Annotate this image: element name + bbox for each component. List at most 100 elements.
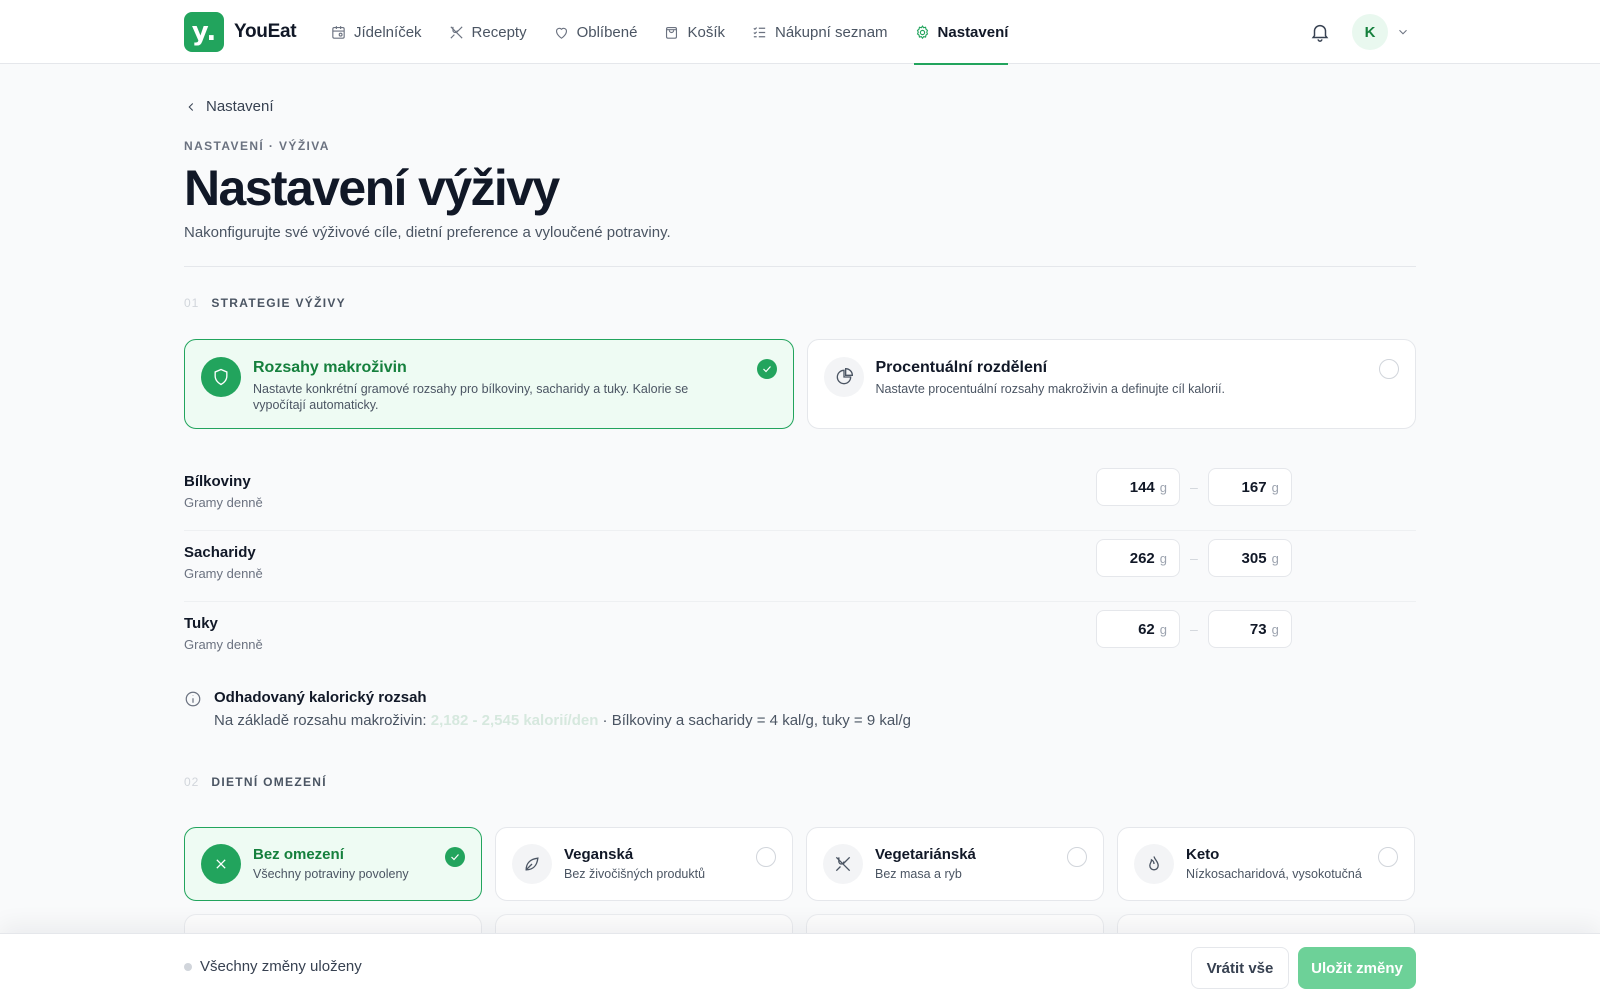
avatar: K xyxy=(1352,14,1388,50)
nav-item-label: Recepty xyxy=(471,23,527,41)
flame-icon xyxy=(1149,856,1159,871)
diet-option-vegetarian[interactable]: Vegetariánská Bez masa a ryb xyxy=(806,827,1104,901)
strategy-option-percentage-split[interactable]: Procentuální rozdělení Nastavte procentu… xyxy=(806,339,1416,429)
option-title: Rozsahy makroživin xyxy=(253,359,407,376)
radio-button[interactable] xyxy=(1378,847,1398,867)
gear-icon xyxy=(916,24,928,39)
reset-all-button[interactable]: Vrátit vše xyxy=(1191,947,1289,989)
option-icon-wrap xyxy=(823,844,863,884)
nav-item-label: Jídelníček xyxy=(354,23,422,41)
strategy-option-macro-ranges[interactable]: Rozsahy makroživin Nastavte konkrétní gr… xyxy=(184,339,794,429)
range-separator: – xyxy=(1190,550,1198,566)
option-description: Bez živočišných produktů xyxy=(564,867,706,881)
pie-chart-icon xyxy=(836,367,853,385)
section-number: 02 xyxy=(184,775,200,789)
section-title: STRATEGIE VÝŽIVY xyxy=(211,296,346,310)
section-header-strategy: 01 STRATEGIE VÝŽIVY xyxy=(184,296,346,310)
info-icon xyxy=(185,691,201,707)
option-description: Bez masa a ryb xyxy=(875,867,962,881)
macro-unit-label: Gramy denně xyxy=(184,495,263,510)
utensils-icon xyxy=(449,25,463,39)
user-menu[interactable]: K xyxy=(1352,14,1410,50)
option-icon-wrap xyxy=(1134,844,1174,884)
nav-item-jidelnicek[interactable]: Jídelníček xyxy=(330,0,422,64)
chevron-down-icon xyxy=(1399,29,1407,35)
x-icon xyxy=(216,859,226,869)
section-header-diet: 02 DIETNÍ OMEZENÍ xyxy=(184,775,327,789)
option-icon-wrap xyxy=(512,844,552,884)
macro-name: Bílkoviny xyxy=(184,473,251,490)
no-meat-icon xyxy=(835,856,851,872)
calorie-range-value: 2,182 - 2,545 kalorií/den xyxy=(430,712,599,729)
youeat-logo: y. xyxy=(184,12,224,52)
macro-range: 262 g – 305 g xyxy=(1096,539,1292,577)
nav-item-nakupni-seznam[interactable]: Nákupní seznam xyxy=(751,0,888,64)
macro-row-carbs: Sacharidy Gramy denně 262 g – 305 g xyxy=(184,531,1416,602)
diet-options: Bez omezení Všechny potraviny povoleny V… xyxy=(184,827,1416,901)
back-link[interactable]: Nastavení xyxy=(184,98,274,115)
checklist-icon xyxy=(753,26,766,37)
selected-check-icon xyxy=(445,847,465,867)
status-dot xyxy=(184,962,192,971)
leaf-icon xyxy=(525,857,539,871)
radio-button[interactable] xyxy=(756,847,776,867)
back-link-label: Nastavení xyxy=(206,98,274,115)
option-title: Keto xyxy=(1186,846,1220,863)
carbs-max-input[interactable]: 305 g xyxy=(1207,539,1292,577)
diet-option-keto[interactable]: Keto Nízkosacharidová, vysokotučná xyxy=(1117,827,1415,901)
section-title: DIETNÍ OMEZENÍ xyxy=(211,775,327,789)
fat-max-input[interactable]: 73 g xyxy=(1207,610,1292,648)
macro-name: Sacharidy xyxy=(184,544,256,561)
radio-button[interactable] xyxy=(1379,359,1399,379)
nav-item-kosik[interactable]: Košík xyxy=(663,0,725,64)
bag-icon xyxy=(666,26,678,39)
option-icon-wrap xyxy=(201,357,241,397)
page-title: Nastavení výživy xyxy=(184,160,560,216)
macro-range: 144 g – 167 g xyxy=(1096,468,1292,506)
macro-unit-label: Gramy denně xyxy=(184,637,263,652)
option-title: Vegetariánská xyxy=(875,846,976,863)
brand[interactable]: y. YouEat xyxy=(184,12,297,52)
option-icon-wrap xyxy=(201,844,241,884)
macro-range: 62 g – 73 g xyxy=(1096,610,1292,648)
heart-icon xyxy=(555,27,567,39)
save-status: Všechny změny uloženy xyxy=(184,958,362,975)
save-changes-button[interactable]: Uložit změny xyxy=(1298,947,1416,989)
save-status-text: Všechny změny uloženy xyxy=(200,958,362,975)
nav-item-oblibene[interactable]: Oblíbené xyxy=(553,0,638,64)
nav-item-label: Oblíbené xyxy=(576,23,638,41)
bell-icon xyxy=(1311,24,1329,42)
fat-min-input[interactable]: 62 g xyxy=(1096,610,1180,648)
macro-ranges: Bílkoviny Gramy denně 144 g – 167 g Sachar… xyxy=(184,460,1416,673)
range-separator: – xyxy=(1190,479,1198,495)
divider xyxy=(184,266,1416,267)
macro-row-protein: Bílkoviny Gramy denně 144 g – 167 g xyxy=(184,460,1416,531)
nav-item-recepty[interactable]: Recepty xyxy=(448,0,527,64)
notifications-button[interactable] xyxy=(1309,21,1331,43)
option-description: Nastavte procentuální rozsahy makroživin… xyxy=(875,382,1225,396)
option-icon-wrap xyxy=(823,357,864,397)
option-title: Bez omezení xyxy=(253,846,344,863)
option-description: Všechny potraviny povoleny xyxy=(253,867,409,881)
diet-option-none[interactable]: Bez omezení Všechny potraviny povoleny xyxy=(184,827,482,901)
nav-item-nastaveni[interactable]: Nastavení xyxy=(913,0,1008,65)
strategy-options: Rozsahy makroživin Nastavte konkrétní gr… xyxy=(184,339,1416,429)
selected-check-icon xyxy=(756,359,777,379)
radio-button[interactable] xyxy=(1067,847,1087,867)
brand-name: YouEat xyxy=(234,21,297,42)
macro-unit-label: Gramy denně xyxy=(184,566,263,581)
calorie-estimate: Odhadovaný kalorický rozsah Na základě r… xyxy=(184,689,911,729)
nav-item-label: Košík xyxy=(687,23,725,41)
chevron-left-icon xyxy=(188,102,194,111)
option-title: Procentuální rozdělení xyxy=(875,359,1048,376)
calorie-estimate-text: Na základě rozsahu makroživin: 2,182 - 2… xyxy=(214,712,912,729)
protein-max-input[interactable]: 167 g xyxy=(1207,468,1292,506)
range-separator: – xyxy=(1190,621,1198,637)
diet-option-vegan[interactable]: Veganská Bez živočišných produktů xyxy=(495,827,793,901)
section-number: 01 xyxy=(184,296,200,310)
carbs-min-input[interactable]: 262 g xyxy=(1096,539,1180,577)
nav-item-label: Nákupní seznam xyxy=(774,23,888,41)
protein-min-input[interactable]: 144 g xyxy=(1096,468,1180,506)
calorie-estimate-title: Odhadovaný kalorický rozsah xyxy=(214,689,427,706)
macro-name: Tuky xyxy=(184,615,218,632)
